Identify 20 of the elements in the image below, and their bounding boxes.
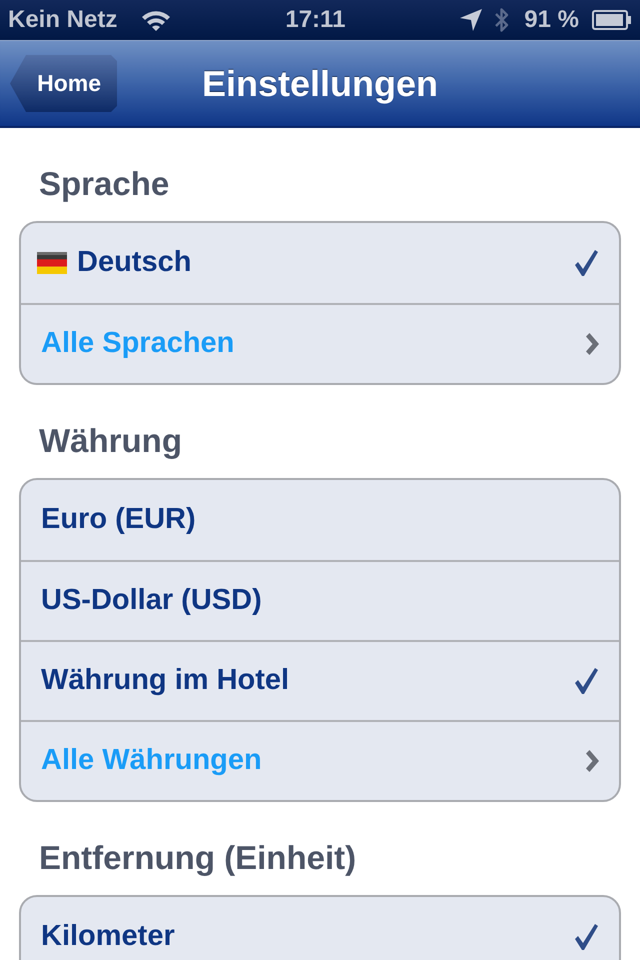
settings-row[interactable]: Euro (EUR) xyxy=(21,480,619,560)
location-arrow-icon xyxy=(460,9,482,31)
wifi-icon xyxy=(141,9,172,31)
battery-percentage: 91 % xyxy=(524,5,579,35)
german-flag-icon xyxy=(37,252,67,274)
battery-icon xyxy=(592,10,632,30)
section-header: Sprache xyxy=(39,165,170,202)
clock-time: 17:11 xyxy=(285,5,346,35)
carrier-label: Kein Netz xyxy=(8,5,118,35)
page-title: Einstellungen xyxy=(202,62,438,106)
settings-row[interactable]: US-Dollar (USD) xyxy=(21,560,619,640)
chevron-right-icon xyxy=(585,750,599,772)
bluetooth-icon xyxy=(495,7,510,33)
section-header: Währung xyxy=(39,422,182,459)
settings-row[interactable]: Kilometer xyxy=(21,897,619,960)
back-button[interactable]: Home xyxy=(10,55,117,112)
section-header: Entfernung (Einheit) xyxy=(39,839,356,876)
settings-row[interactable]: Währung im Hotel xyxy=(21,640,619,720)
chevron-right-icon xyxy=(585,333,599,355)
settings-row[interactable]: Deutsch xyxy=(21,223,619,303)
